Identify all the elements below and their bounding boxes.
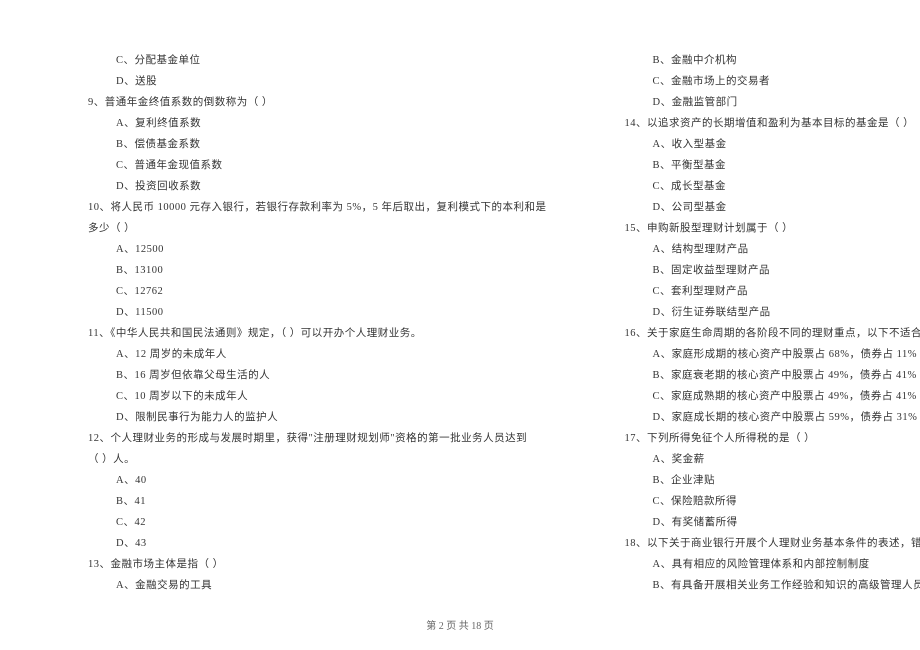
answer-option: D、限制民事行为能力人的监护人	[60, 407, 547, 428]
answer-option: B、有具备开展相关业务工作经验和知识的高级管理人员、从业人员	[597, 575, 920, 596]
answer-option: B、金融中介机构	[597, 50, 920, 71]
answer-option: A、家庭形成期的核心资产中股票占 68%，债券占 11%	[597, 344, 920, 365]
answer-option: B、16 周岁但依靠父母生活的人	[60, 365, 547, 386]
page-content: C、分配基金单位D、送股9、普通年金终值系数的倒数称为（ ）A、复利终值系数B、…	[0, 0, 920, 626]
answer-option: A、复利终值系数	[60, 113, 547, 134]
answer-option: D、家庭成长期的核心资产中股票占 59%，债券占 31%	[597, 407, 920, 428]
continuation-text: （ ）人。	[60, 449, 547, 470]
answer-option: C、12762	[60, 281, 547, 302]
question-text: 16、关于家庭生命周期的各阶段不同的理财重点，以下不适合的是（ ）	[597, 323, 920, 344]
answer-option: D、有奖储蓄所得	[597, 512, 920, 533]
page-footer: 第 2 页 共 18 页	[0, 617, 920, 632]
question-text: 14、以追求资产的长期增值和盈利为基本目标的基金是（ ）	[597, 113, 920, 134]
answer-option: C、套利型理财产品	[597, 281, 920, 302]
answer-option: B、41	[60, 491, 547, 512]
answer-option: A、12 周岁的未成年人	[60, 344, 547, 365]
answer-option: C、42	[60, 512, 547, 533]
answer-option: C、成长型基金	[597, 176, 920, 197]
answer-option: B、企业津贴	[597, 470, 920, 491]
answer-option: B、平衡型基金	[597, 155, 920, 176]
question-text: 13、金融市场主体是指（ ）	[60, 554, 547, 575]
answer-option: D、43	[60, 533, 547, 554]
question-text: 11、《中华人民共和国民法通则》规定，（ ）可以开办个人理财业务。	[60, 323, 547, 344]
answer-option: C、普通年金现值系数	[60, 155, 547, 176]
answer-option: D、公司型基金	[597, 197, 920, 218]
answer-option: D、送股	[60, 71, 547, 92]
question-text: 10、将人民币 10000 元存入银行，若银行存款利率为 5%，5 年后取出，复…	[60, 197, 547, 218]
answer-option: D、11500	[60, 302, 547, 323]
answer-option: A、奖金薪	[597, 449, 920, 470]
answer-option: A、结构型理财产品	[597, 239, 920, 260]
answer-option: B、偿债基金系数	[60, 134, 547, 155]
question-text: 17、下列所得免征个人所得税的是（ ）	[597, 428, 920, 449]
answer-option: B、家庭衰老期的核心资产中股票占 49%，债券占 41%	[597, 365, 920, 386]
answer-option: C、金融市场上的交易者	[597, 71, 920, 92]
question-text: 15、申购新股型理财计划属于（ ）	[597, 218, 920, 239]
answer-option: A、40	[60, 470, 547, 491]
answer-option: A、收入型基金	[597, 134, 920, 155]
question-text: 18、以下关于商业银行开展个人理财业务基本条件的表述，错误的是（ ）	[597, 533, 920, 554]
answer-option: B、13100	[60, 260, 547, 281]
answer-option: C、家庭成熟期的核心资产中股票占 49%，债券占 41%	[597, 386, 920, 407]
right-column: B、金融中介机构C、金融市场上的交易者D、金融监管部门14、以追求资产的长期增值…	[597, 50, 920, 596]
answer-option: B、固定收益型理财产品	[597, 260, 920, 281]
question-text: 9、普通年金终值系数的倒数称为（ ）	[60, 92, 547, 113]
answer-option: D、衍生证券联结型产品	[597, 302, 920, 323]
answer-option: C、分配基金单位	[60, 50, 547, 71]
answer-option: D、投资回收系数	[60, 176, 547, 197]
answer-option: A、金融交易的工具	[60, 575, 547, 596]
answer-option: C、保险赔款所得	[597, 491, 920, 512]
answer-option: A、具有相应的风险管理体系和内部控制制度	[597, 554, 920, 575]
continuation-text: 多少（ ）	[60, 218, 547, 239]
question-text: 12、个人理财业务的形成与发展时期里，获得"注册理财规划师"资格的第一批业务人员…	[60, 428, 547, 449]
answer-option: A、12500	[60, 239, 547, 260]
answer-option: C、10 周岁以下的未成年人	[60, 386, 547, 407]
answer-option: D、金融监管部门	[597, 92, 920, 113]
left-column: C、分配基金单位D、送股9、普通年金终值系数的倒数称为（ ）A、复利终值系数B、…	[60, 50, 547, 596]
